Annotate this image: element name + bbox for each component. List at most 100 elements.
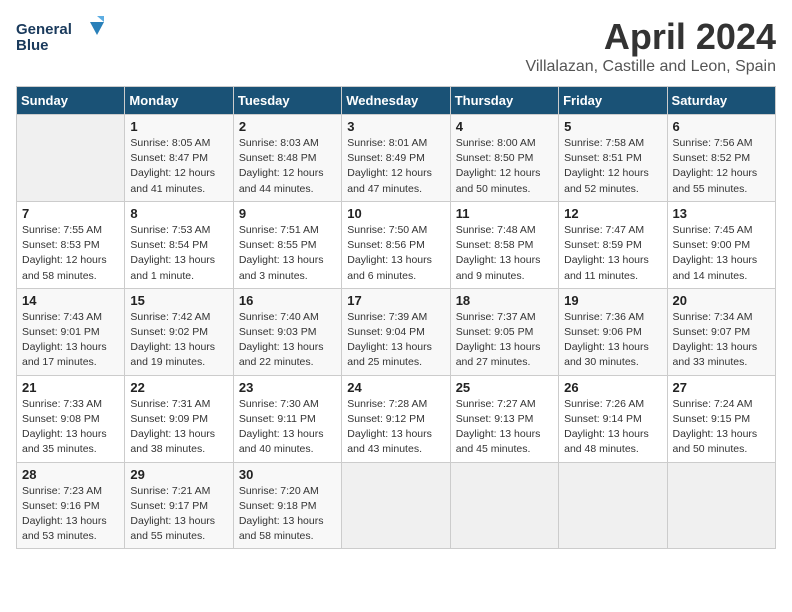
calendar-cell [450,462,558,549]
calendar-cell: 20 Sunrise: 7:34 AM Sunset: 9:07 PM Dayli… [667,288,775,375]
day-info: Sunrise: 8:01 AM Sunset: 8:49 PM Dayligh… [347,136,444,197]
day-info: Sunrise: 7:27 AM Sunset: 9:13 PM Dayligh… [456,397,553,458]
day-info: Sunrise: 7:58 AM Sunset: 8:51 PM Dayligh… [564,136,661,197]
weekday-header-thursday: Thursday [450,87,558,115]
day-info: Sunrise: 7:39 AM Sunset: 9:04 PM Dayligh… [347,310,444,371]
calendar-cell: 10 Sunrise: 7:50 AM Sunset: 8:56 PM Dayli… [342,201,450,288]
day-info: Sunrise: 7:20 AM Sunset: 9:18 PM Dayligh… [239,484,336,545]
day-info: Sunrise: 7:55 AM Sunset: 8:53 PM Dayligh… [22,223,119,284]
calendar-cell: 27 Sunrise: 7:24 AM Sunset: 9:15 PM Dayli… [667,375,775,462]
calendar-cell: 26Sunrise: 7:26 AM Sunset: 9:14 PM Dayli… [559,375,667,462]
title-block: April 2024 Villalazan, Castille and Leon… [525,16,776,76]
svg-text:Blue: Blue [16,37,49,54]
day-number: 8 [130,206,227,221]
calendar-cell: 14Sunrise: 7:43 AM Sunset: 9:01 PM Dayli… [17,288,125,375]
location-title: Villalazan, Castille and Leon, Spain [525,58,776,76]
calendar-cell: 30 Sunrise: 7:20 AM Sunset: 9:18 PM Dayli… [233,462,341,549]
calendar-cell: 12 Sunrise: 7:47 AM Sunset: 8:59 PM Dayli… [559,201,667,288]
calendar-cell [667,462,775,549]
day-number: 2 [239,119,336,134]
day-number: 10 [347,206,444,221]
day-info: Sunrise: 7:36 AM Sunset: 9:06 PM Dayligh… [564,310,661,371]
calendar-cell: 16Sunrise: 7:40 AM Sunset: 9:03 PM Dayli… [233,288,341,375]
day-number: 11 [456,206,553,221]
calendar-cell: 18 Sunrise: 7:37 AM Sunset: 9:05 PM Dayli… [450,288,558,375]
day-info: Sunrise: 7:40 AM Sunset: 9:03 PM Dayligh… [239,310,336,371]
calendar-cell: 6 Sunrise: 7:56 AM Sunset: 8:52 PM Daylig… [667,115,775,202]
day-number: 4 [456,119,553,134]
day-info: Sunrise: 7:50 AM Sunset: 8:56 PM Dayligh… [347,223,444,284]
day-info: Sunrise: 8:00 AM Sunset: 8:50 PM Dayligh… [456,136,553,197]
day-number: 3 [347,119,444,134]
day-info: Sunrise: 7:28 AM Sunset: 9:12 PM Dayligh… [347,397,444,458]
calendar-cell: 24 Sunrise: 7:28 AM Sunset: 9:12 PM Dayli… [342,375,450,462]
weekday-header-saturday: Saturday [667,87,775,115]
calendar-cell: 23 Sunrise: 7:30 AM Sunset: 9:11 PM Dayli… [233,375,341,462]
calendar-cell: 28 Sunrise: 7:23 AM Sunset: 9:16 PM Dayli… [17,462,125,549]
weekday-header-wednesday: Wednesday [342,87,450,115]
calendar-cell: 17 Sunrise: 7:39 AM Sunset: 9:04 PM Dayli… [342,288,450,375]
weekday-header-tuesday: Tuesday [233,87,341,115]
calendar-cell: 13 Sunrise: 7:45 AM Sunset: 9:00 PM Dayli… [667,201,775,288]
day-number: 25 [456,380,553,395]
calendar-cell: 22Sunrise: 7:31 AM Sunset: 9:09 PM Dayli… [125,375,233,462]
calendar-cell: 21Sunrise: 7:33 AM Sunset: 9:08 PM Dayli… [17,375,125,462]
calendar-cell: 19 Sunrise: 7:36 AM Sunset: 9:06 PM Dayli… [559,288,667,375]
calendar-table: SundayMondayTuesdayWednesdayThursdayFrid… [16,86,776,549]
day-number: 24 [347,380,444,395]
day-info: Sunrise: 8:05 AM Sunset: 8:47 PM Dayligh… [130,136,227,197]
day-number: 28 [22,467,119,482]
calendar-cell: 15 Sunrise: 7:42 AM Sunset: 9:02 PM Dayli… [125,288,233,375]
calendar-cell: 9 Sunrise: 7:51 AM Sunset: 8:55 PM Daylig… [233,201,341,288]
day-info: Sunrise: 7:33 AM Sunset: 9:08 PM Dayligh… [22,397,119,458]
day-number: 23 [239,380,336,395]
day-number: 14 [22,293,119,308]
calendar-cell: 3 Sunrise: 8:01 AM Sunset: 8:49 PM Daylig… [342,115,450,202]
general-blue-logo: General Blue [16,16,106,60]
day-number: 15 [130,293,227,308]
calendar-cell: 7 Sunrise: 7:55 AM Sunset: 8:53 PM Daylig… [17,201,125,288]
calendar-cell: 1 Sunrise: 8:05 AM Sunset: 8:47 PM Daylig… [125,115,233,202]
day-number: 5 [564,119,661,134]
weekday-header-friday: Friday [559,87,667,115]
calendar-cell: 5 Sunrise: 7:58 AM Sunset: 8:51 PM Daylig… [559,115,667,202]
calendar-cell: 11 Sunrise: 7:48 AM Sunset: 8:58 PM Dayli… [450,201,558,288]
day-info: Sunrise: 7:26 AM Sunset: 9:14 PM Dayligh… [564,397,661,458]
weekday-header-sunday: Sunday [17,87,125,115]
day-info: Sunrise: 7:47 AM Sunset: 8:59 PM Dayligh… [564,223,661,284]
day-info: Sunrise: 7:45 AM Sunset: 9:00 PM Dayligh… [673,223,770,284]
day-info: Sunrise: 7:42 AM Sunset: 9:02 PM Dayligh… [130,310,227,371]
day-number: 13 [673,206,770,221]
day-number: 7 [22,206,119,221]
calendar-cell: 8 Sunrise: 7:53 AM Sunset: 8:54 PM Daylig… [125,201,233,288]
day-info: Sunrise: 7:56 AM Sunset: 8:52 PM Dayligh… [673,136,770,197]
day-number: 18 [456,293,553,308]
day-info: Sunrise: 7:48 AM Sunset: 8:58 PM Dayligh… [456,223,553,284]
day-number: 9 [239,206,336,221]
day-info: Sunrise: 7:24 AM Sunset: 9:15 PM Dayligh… [673,397,770,458]
day-number: 20 [673,293,770,308]
day-number: 19 [564,293,661,308]
day-info: Sunrise: 7:37 AM Sunset: 9:05 PM Dayligh… [456,310,553,371]
calendar-cell: 4 Sunrise: 8:00 AM Sunset: 8:50 PM Daylig… [450,115,558,202]
day-info: Sunrise: 7:23 AM Sunset: 9:16 PM Dayligh… [22,484,119,545]
day-info: Sunrise: 7:51 AM Sunset: 8:55 PM Dayligh… [239,223,336,284]
day-info: Sunrise: 7:53 AM Sunset: 8:54 PM Dayligh… [130,223,227,284]
day-number: 29 [130,467,227,482]
day-info: Sunrise: 7:30 AM Sunset: 9:11 PM Dayligh… [239,397,336,458]
calendar-cell [342,462,450,549]
logo: General Blue [16,16,106,60]
day-number: 12 [564,206,661,221]
weekday-header-monday: Monday [125,87,233,115]
day-number: 30 [239,467,336,482]
calendar-cell: 2Sunrise: 8:03 AM Sunset: 8:48 PM Daylig… [233,115,341,202]
calendar-cell: 29Sunrise: 7:21 AM Sunset: 9:17 PM Dayli… [125,462,233,549]
day-number: 27 [673,380,770,395]
day-number: 17 [347,293,444,308]
day-number: 1 [130,119,227,134]
calendar-cell: 25 Sunrise: 7:27 AM Sunset: 9:13 PM Dayli… [450,375,558,462]
day-number: 6 [673,119,770,134]
day-info: Sunrise: 7:34 AM Sunset: 9:07 PM Dayligh… [673,310,770,371]
svg-text:General: General [16,21,72,38]
month-title: April 2024 [525,16,776,58]
